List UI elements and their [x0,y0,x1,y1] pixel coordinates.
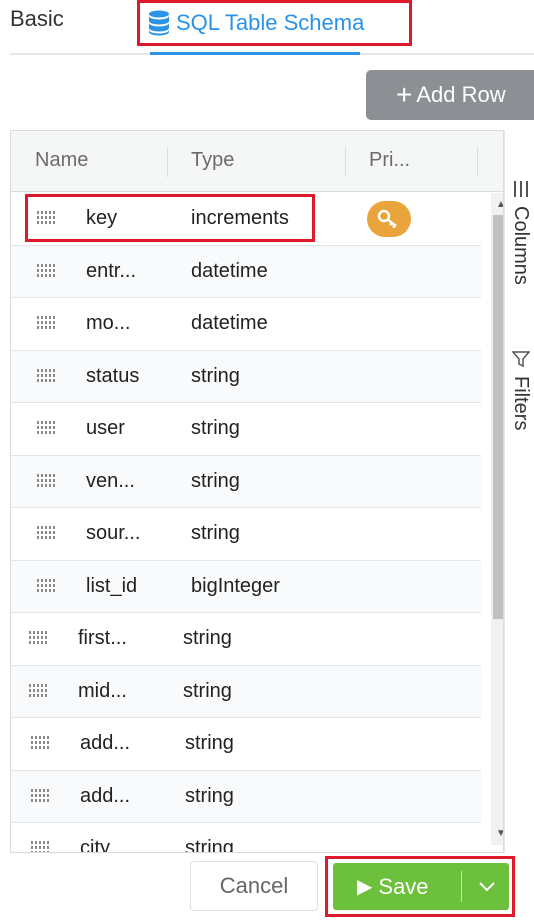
row-name[interactable]: city [80,837,110,852]
filters-panel-button[interactable]: Filters [509,350,532,430]
row-type[interactable]: string [185,837,234,852]
primary-key-badge[interactable] [367,201,411,237]
footer: Cancel ▶ Save [0,853,534,922]
table-row[interactable]: first... string [11,613,481,666]
column-header-type[interactable]: Type [191,149,234,172]
row-name[interactable]: entr... [86,260,136,283]
drag-handle-icon[interactable] [29,631,49,645]
drag-handle-icon[interactable] [31,841,51,853]
active-tab-indicator [150,52,360,55]
save-label: Save [378,873,429,899]
row-name[interactable]: list_id [86,575,137,598]
column-separator[interactable] [167,147,168,177]
column-header-primary[interactable]: Pri... [369,149,410,172]
scroll-down-icon[interactable]: ▼ [496,828,503,839]
drag-handle-icon[interactable] [37,473,57,488]
row-name[interactable]: ven... [86,470,135,493]
grid-header: Name Type Pri... [11,131,503,192]
vertical-scrollbar[interactable]: ▲ ▼ [491,193,503,845]
row-type[interactable]: bigInteger [191,575,280,598]
drag-handle-icon[interactable] [29,683,49,698]
columns-icon [513,181,528,197]
row-type[interactable]: string [191,522,240,545]
database-icon [149,10,169,36]
row-name[interactable]: first... [78,627,127,650]
key-icon [377,209,397,229]
drag-handle-icon[interactable] [31,736,51,750]
add-row-button[interactable]: + Add Row [366,70,534,120]
drag-handle-icon[interactable] [37,578,57,593]
row-type[interactable]: string [191,365,240,388]
row-name[interactable]: mid... [78,680,127,703]
tab-sql-table-schema[interactable]: SQL Table Schema [137,0,412,46]
row-type[interactable]: string [185,785,234,808]
filter-icon [511,351,530,368]
table-row[interactable]: key increments [11,193,481,246]
table-row[interactable]: mid... string [11,665,481,718]
table-row[interactable]: city string [11,823,481,853]
scroll-thumb[interactable] [493,215,503,619]
row-type[interactable]: string [191,417,240,440]
table-row[interactable]: status string [11,350,481,403]
row-name[interactable]: mo... [86,312,130,335]
table-row[interactable]: user string [11,403,481,456]
cancel-button[interactable]: Cancel [190,861,318,911]
row-name[interactable]: user [86,417,125,440]
drag-handle-icon[interactable] [31,788,51,803]
play-icon: ▶ [357,876,373,898]
drag-handle-icon[interactable] [37,526,57,540]
row-type[interactable]: string [183,627,232,650]
row-type[interactable]: string [183,680,232,703]
save-button[interactable]: ▶ Save [333,863,509,910]
add-row-label: Add Row [416,82,506,107]
column-separator[interactable] [477,147,478,177]
drag-handle-icon[interactable] [37,211,57,225]
split-divider [461,871,462,902]
save-button-highlight: ▶ Save [325,856,515,917]
row-name[interactable]: status [86,365,139,388]
row-type[interactable]: string [191,470,240,493]
drag-handle-icon[interactable] [37,316,57,330]
tab-basic[interactable]: Basic [10,6,64,32]
tab-sql-label: SQL Table Schema [176,10,365,35]
table-row[interactable]: mo... datetime [11,298,481,351]
drag-handle-icon[interactable] [37,368,57,383]
row-name[interactable]: key [86,207,117,230]
column-separator[interactable] [345,147,346,177]
row-name[interactable]: add... [80,732,130,755]
drag-handle-icon[interactable] [37,421,57,435]
schema-grid: Name Type Pri... key increments entr... dat… [10,130,504,853]
row-name[interactable]: sour... [86,522,140,545]
row-type[interactable]: string [185,732,234,755]
columns-panel-button[interactable]: Columns [509,180,532,285]
table-row[interactable]: sour... string [11,508,481,561]
table-row[interactable]: ven... string [11,455,481,508]
row-type[interactable]: increments [191,207,289,230]
table-row[interactable]: entr... datetime [11,245,481,298]
side-panel: Columns Filters [504,130,534,853]
row-type[interactable]: datetime [191,260,268,283]
row-type[interactable]: datetime [191,312,268,335]
table-row[interactable]: add... string [11,718,481,771]
filters-panel-label: Filters [510,376,532,431]
row-name[interactable]: add... [80,785,130,808]
table-row[interactable]: list_id bigInteger [11,560,481,613]
columns-panel-label: Columns [510,206,532,285]
table-row[interactable]: add... string [11,770,481,823]
scroll-up-icon[interactable]: ▲ [496,199,503,210]
column-header-name[interactable]: Name [35,149,88,172]
plus-icon: + [396,79,413,110]
chevron-down-icon[interactable] [473,873,501,899]
drag-handle-icon[interactable] [37,263,57,278]
tab-bar: Basic SQL Table Schema [0,0,534,56]
